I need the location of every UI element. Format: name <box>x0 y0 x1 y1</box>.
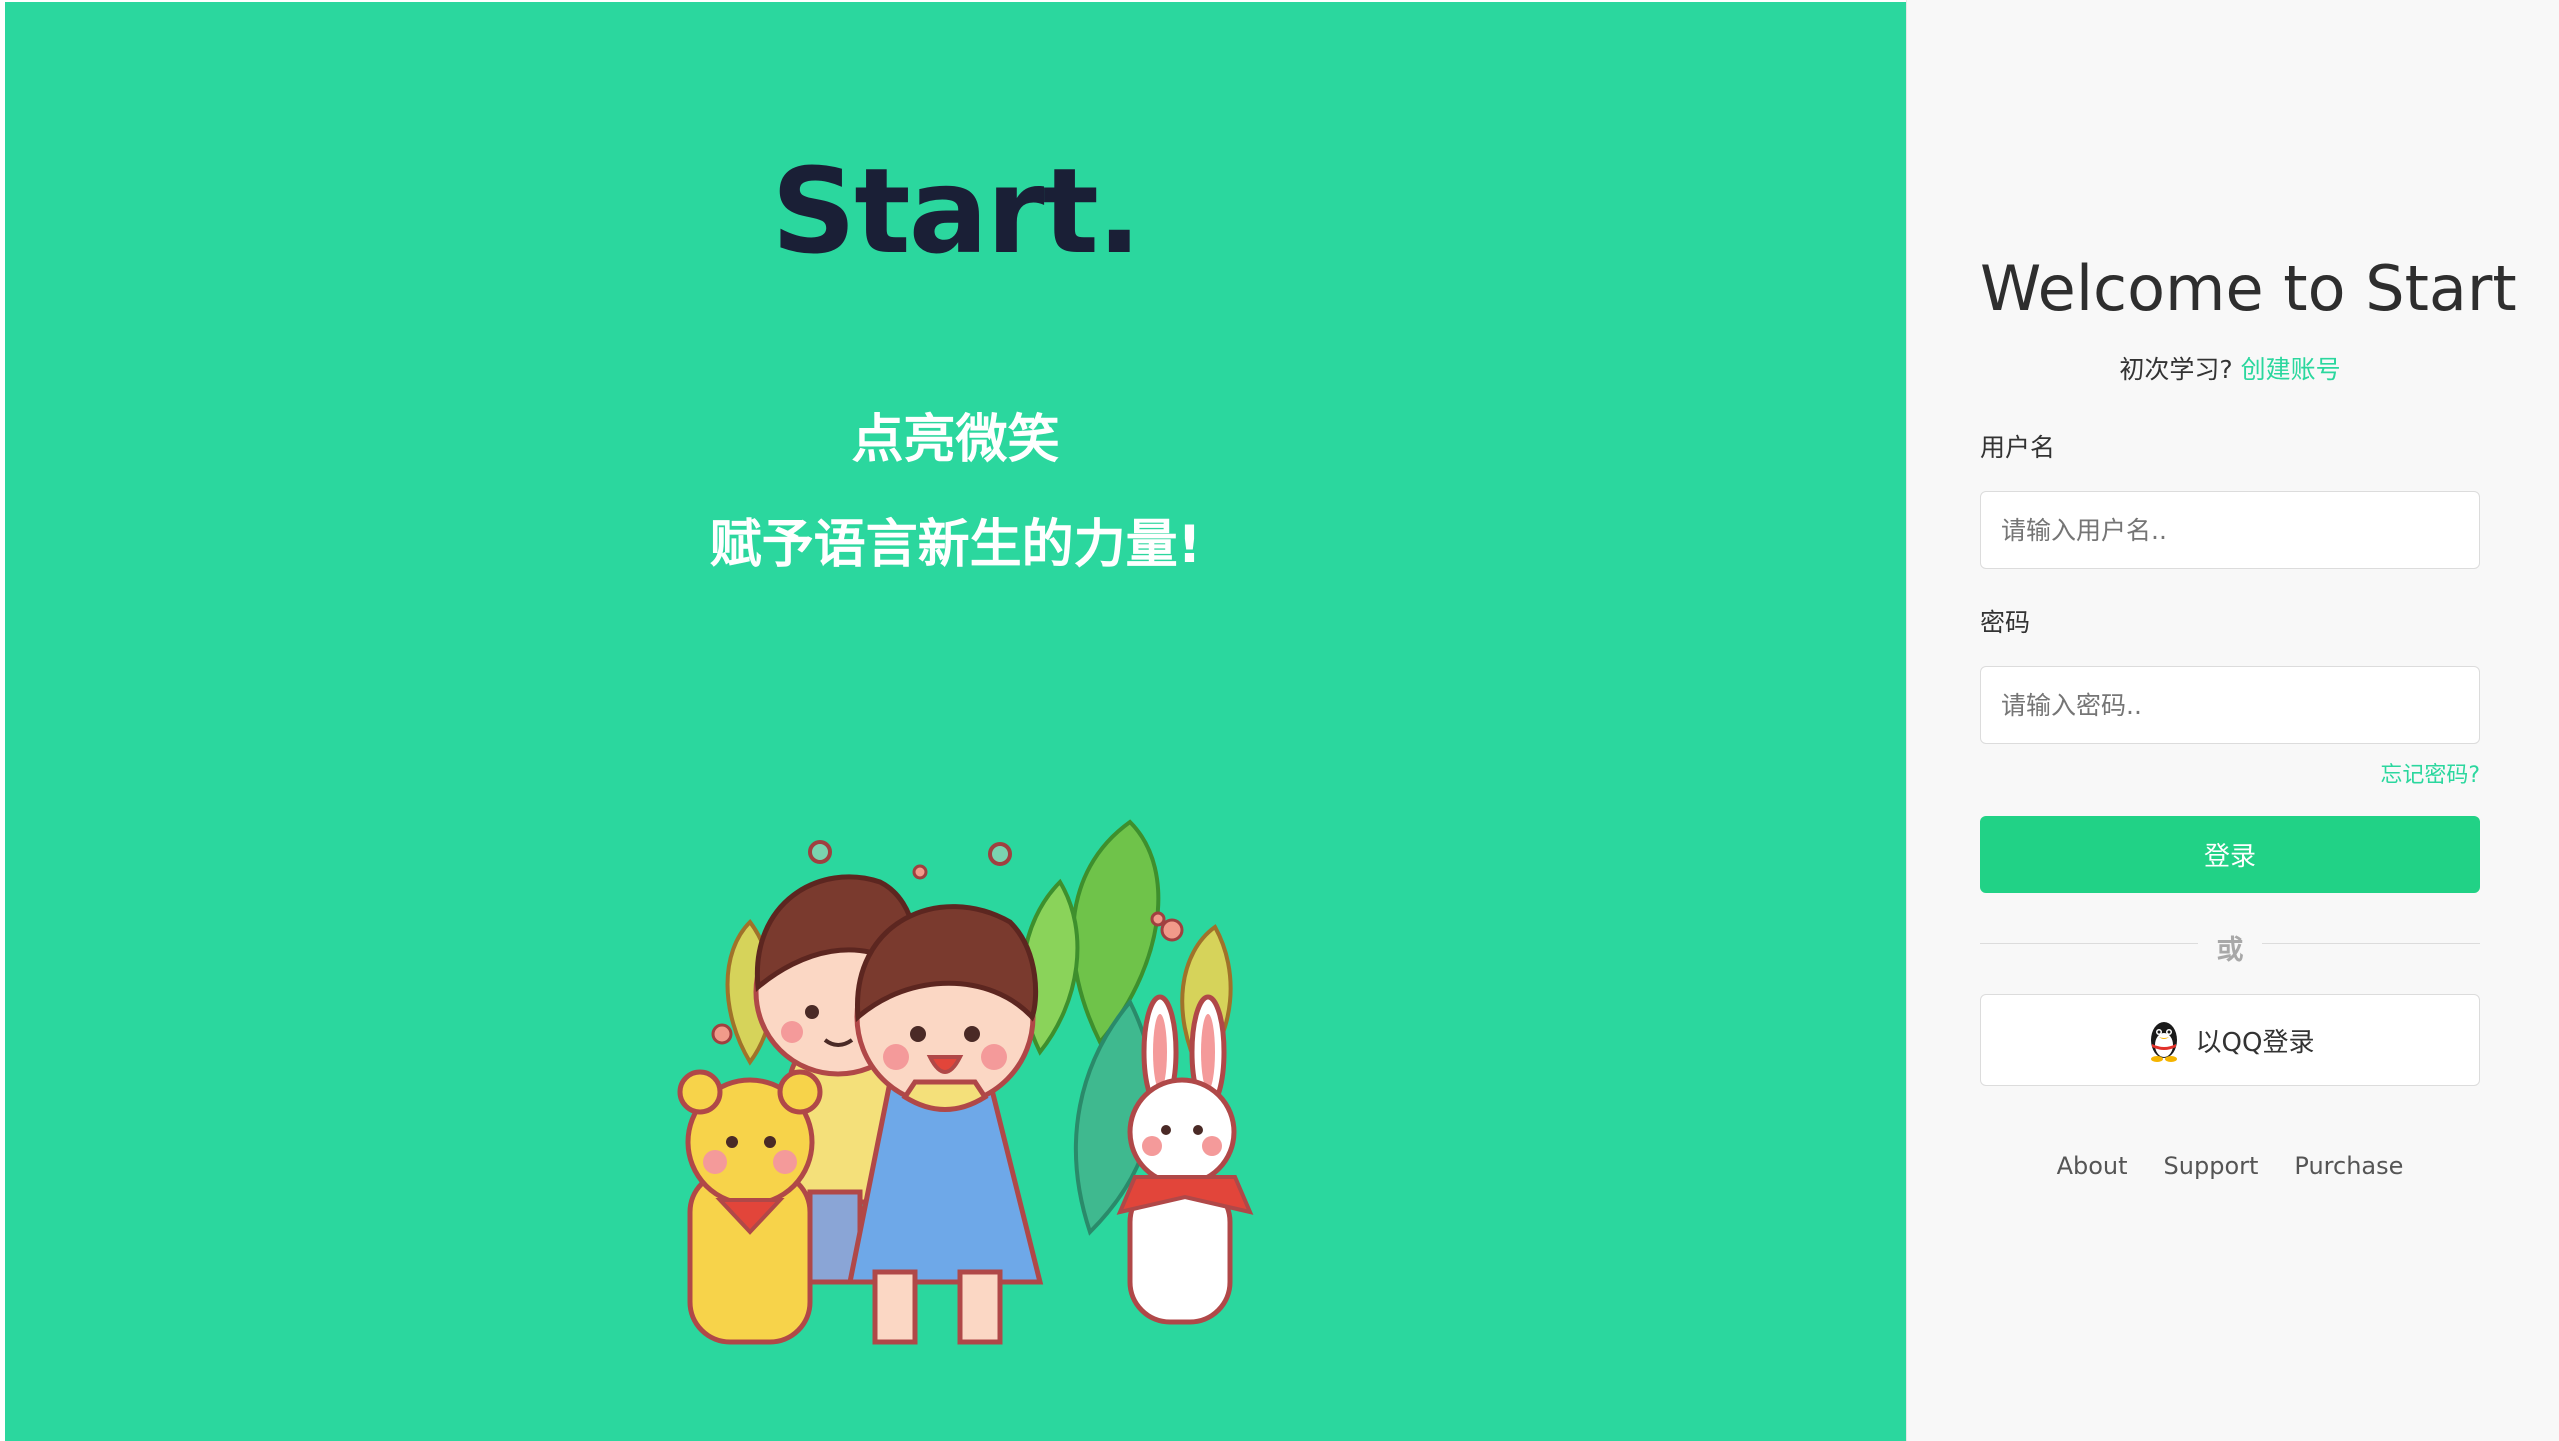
login-panel: Welcome to Start 初次学习? 创建账号 用户名 密码 忘记密码?… <box>1906 0 2559 1441</box>
password-input[interactable] <box>1980 666 2480 744</box>
password-label: 密码 <box>1980 608 2031 637</box>
brand-logo: Start. <box>771 142 1141 280</box>
bear-character <box>677 1069 823 1345</box>
footer-link-about[interactable]: About <box>2057 1152 2128 1180</box>
create-account-link[interactable]: 创建账号 <box>2241 355 2341 384</box>
slogan-line-1: 点亮微笑 <box>851 410 1060 470</box>
divider-text: 或 <box>2216 935 2244 966</box>
or-divider: 或 <box>1980 928 2480 966</box>
slogan-line-2: 赋予语言新生的力量! <box>709 515 1202 575</box>
signup-prompt: 初次学习? <box>2119 355 2233 384</box>
brand-panel: Start. 点亮微笑 赋予语言新生的力量! <box>5 2 1906 1441</box>
username-label: 用户名 <box>1980 433 2056 462</box>
qq-penguin-icon <box>2150 1022 2177 1062</box>
footer-link-purchase[interactable]: Purchase <box>2294 1152 2403 1180</box>
welcome-title: Welcome to Start <box>1980 252 2517 325</box>
footer-links: About Support Purchase <box>1980 1152 2480 1180</box>
login-button[interactable]: 登录 <box>1980 816 2480 893</box>
forgot-password-link[interactable]: 忘记密码? <box>2380 757 2480 789</box>
signup-prompt-line: 初次学习? 创建账号 <box>1980 350 2480 386</box>
qq-login-button[interactable]: 以QQ登录 <box>1980 994 2480 1086</box>
footer-link-support[interactable]: Support <box>2164 1152 2259 1180</box>
divider-line-right <box>2262 943 2480 944</box>
qq-login-label: 以QQ登录 <box>2195 1027 2315 1058</box>
username-input[interactable] <box>1980 491 2480 569</box>
kids-illustration <box>677 819 1254 1345</box>
login-page: Start. 点亮微笑 赋予语言新生的力量! Welcome to Start … <box>0 0 2559 1441</box>
